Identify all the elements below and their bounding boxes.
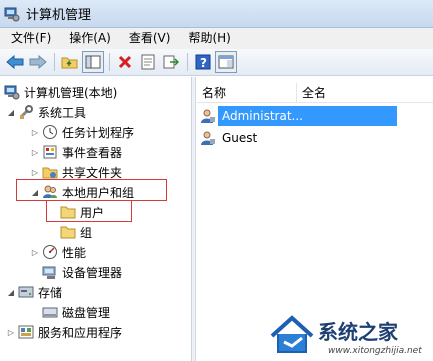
list-item-administrator[interactable]: Administrat... bbox=[197, 105, 397, 127]
tree-item-label: 磁盘管理 bbox=[62, 305, 111, 320]
event-viewer-icon bbox=[42, 144, 58, 160]
menu-file[interactable]: 文件(F) bbox=[2, 28, 60, 49]
toolbar-separator bbox=[109, 53, 110, 71]
device-manager-icon bbox=[42, 264, 58, 280]
tree-item-label: 存储 bbox=[38, 285, 63, 300]
collapse-arrow-icon[interactable]: ◢ bbox=[6, 288, 16, 297]
tree-item-label: 性能 bbox=[62, 245, 87, 260]
clock-icon bbox=[42, 124, 58, 140]
properties-icon[interactable] bbox=[137, 51, 159, 73]
user-icon bbox=[200, 108, 216, 124]
tree-item-task-scheduler[interactable]: ▷ 任务计划程序 bbox=[30, 122, 134, 142]
list-item-name: Guest bbox=[222, 131, 258, 145]
tree-item-disk-management[interactable]: 磁盘管理 bbox=[42, 302, 110, 322]
storage-icon bbox=[18, 284, 34, 300]
collapse-arrow-icon[interactable]: ◢ bbox=[6, 108, 16, 117]
watermark-text: 系统之家 bbox=[318, 320, 398, 344]
watermark-url: www.xitongzhijia.net bbox=[328, 346, 422, 356]
title-bar: 计算机管理 bbox=[0, 0, 433, 28]
list-item-guest[interactable]: Guest bbox=[197, 127, 261, 149]
toolbar-separator bbox=[187, 53, 188, 71]
forward-icon[interactable] bbox=[27, 51, 49, 73]
highlight-box-local-users-groups bbox=[16, 179, 167, 201]
tree-item-groups[interactable]: 组 bbox=[60, 222, 92, 242]
up-folder-icon[interactable] bbox=[59, 51, 81, 73]
disk-icon bbox=[42, 304, 58, 320]
delete-icon[interactable] bbox=[114, 51, 136, 73]
expand-arrow-icon[interactable]: ▷ bbox=[30, 128, 40, 137]
toolbar-separator bbox=[54, 53, 55, 71]
computer-management-icon bbox=[4, 84, 20, 100]
tree-item-label: 共享文件夹 bbox=[62, 165, 123, 180]
tree-item-label: 事件查看器 bbox=[62, 145, 123, 160]
computer-management-icon bbox=[4, 6, 20, 22]
show-tree-icon[interactable] bbox=[82, 51, 104, 73]
tree-item-root[interactable]: 计算机管理(本地) bbox=[4, 82, 117, 102]
tree-item-label: 任务计划程序 bbox=[62, 125, 135, 140]
expand-arrow-icon[interactable]: ▷ bbox=[30, 148, 40, 157]
shared-folder-icon bbox=[42, 164, 58, 180]
list-header: 名称 全名 bbox=[197, 83, 433, 103]
menu-view[interactable]: 查看(V) bbox=[120, 28, 180, 49]
view-icon[interactable] bbox=[215, 51, 237, 73]
services-icon bbox=[18, 324, 34, 340]
tree-item-label: 服务和应用程序 bbox=[38, 325, 123, 340]
column-header-fullname[interactable]: 全名 bbox=[297, 83, 433, 103]
tree-item-system-tools[interactable]: ◢ 系统工具 bbox=[6, 102, 86, 122]
tools-icon bbox=[18, 104, 34, 120]
menu-action[interactable]: 操作(A) bbox=[60, 28, 120, 49]
tree-item-device-manager[interactable]: 设备管理器 bbox=[42, 262, 122, 282]
column-header-name[interactable]: 名称 bbox=[197, 83, 297, 103]
expand-arrow-icon[interactable]: ▷ bbox=[6, 328, 16, 337]
watermark: 系统之家 www.xitongzhijia.net bbox=[268, 306, 433, 361]
back-icon[interactable] bbox=[4, 51, 26, 73]
svg-text:?: ? bbox=[200, 56, 207, 70]
tree-item-event-viewer[interactable]: ▷ 事件查看器 bbox=[30, 142, 122, 162]
highlight-box-users bbox=[46, 200, 132, 222]
toolbar: ? bbox=[0, 49, 433, 76]
tree-item-storage[interactable]: ◢ 存储 bbox=[6, 282, 62, 302]
tree-item-label: 计算机管理(本地) bbox=[24, 85, 118, 100]
folder-icon bbox=[60, 224, 76, 240]
tree-item-performance[interactable]: ▷ 性能 bbox=[30, 242, 86, 262]
tree-item-label: 设备管理器 bbox=[62, 265, 123, 280]
expand-arrow-icon[interactable]: ▷ bbox=[30, 248, 40, 257]
menu-help[interactable]: 帮助(H) bbox=[179, 28, 239, 49]
house-logo-icon bbox=[270, 315, 314, 353]
tree-item-label: 组 bbox=[80, 225, 93, 240]
expand-arrow-icon[interactable]: ▷ bbox=[30, 168, 40, 177]
help-icon[interactable]: ? bbox=[192, 51, 214, 73]
list-item-name: Administrat... bbox=[218, 106, 307, 126]
user-icon bbox=[200, 130, 216, 146]
menu-bar: 文件(F) 操作(A) 查看(V) 帮助(H) bbox=[0, 28, 433, 49]
pane-splitter[interactable] bbox=[192, 77, 196, 361]
export-icon[interactable] bbox=[160, 51, 182, 73]
tree-item-services-apps[interactable]: ▷ 服务和应用程序 bbox=[6, 322, 122, 342]
selection-highlight bbox=[306, 106, 397, 126]
tree-item-label: 系统工具 bbox=[38, 105, 87, 120]
performance-icon bbox=[42, 244, 58, 260]
window-title: 计算机管理 bbox=[26, 8, 92, 23]
